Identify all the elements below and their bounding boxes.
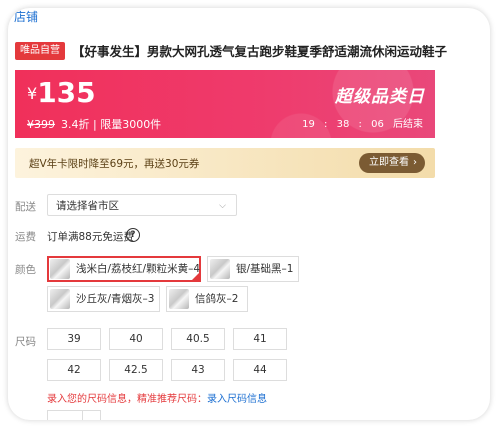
color-label: 颜色 [15, 264, 36, 276]
vip-view-button[interactable]: 立即查看 › [359, 153, 425, 173]
currency-symbol: ¥ [27, 84, 38, 103]
color-option-label: 信鸽灰–2 [195, 293, 239, 305]
size-option[interactable]: 44 [233, 359, 287, 381]
vip-view-label: 立即查看 [369, 157, 409, 168]
color-option-label: 沙丘灰/青烟灰–3 [76, 293, 155, 305]
countdown-hours: 19 [302, 119, 315, 130]
stepper-divider [82, 411, 83, 420]
region-select-value: 请选择省市区 [56, 200, 119, 212]
countdown-sep-2: : [358, 119, 362, 130]
quantity-stepper[interactable] [47, 410, 101, 420]
brand-mark[interactable]: 店铺 [14, 8, 38, 25]
price-value: 135 [37, 76, 96, 109]
vip-promo-text: 超V年卡限时降至69元，再送30元券 [29, 158, 200, 170]
size-option[interactable]: 41 [233, 328, 287, 350]
size-tip-text: 录入您的尺码信息，精准推荐尺码： [47, 394, 207, 405]
size-option[interactable]: 42.5 [109, 359, 163, 381]
shoe-thumbnail [169, 289, 189, 309]
color-option-label: 浅米白/荔枝红/颗粒米黄–4 [76, 263, 201, 275]
original-price: ¥399 [27, 118, 55, 131]
shipping-text: 订单满88元免运费 [47, 231, 134, 243]
size-tip: 录入您的尺码信息，精准推荐尺码：录入尺码信息 [47, 390, 267, 405]
color-option-1[interactable]: 浅米白/荔枝红/颗粒米黄–4 [47, 256, 201, 282]
help-icon[interactable]: ? [126, 228, 140, 242]
countdown-sep-1: : [324, 119, 328, 130]
size-option[interactable]: 40 [109, 328, 163, 350]
price-banner: ¥135 ¥399 3.4折 | 限量3000件 超级品类日 19 : 38 : … [15, 70, 435, 138]
countdown: 19 : 38 : 06 后结束 [296, 115, 423, 130]
current-price: ¥135 [27, 76, 96, 109]
size-info-link[interactable]: 录入尺码信息 [207, 394, 267, 405]
color-option-3[interactable]: 沙丘灰/青烟灰–3 [47, 286, 160, 312]
color-option-4[interactable]: 信鸽灰–2 [166, 286, 248, 312]
chevron-down-icon: ⌵ [219, 201, 226, 211]
color-option-2[interactable]: 银/基础黑–1 [207, 256, 299, 282]
chevron-right-icon: › [413, 157, 417, 168]
size-option[interactable]: 39 [47, 328, 101, 350]
size-label: 尺码 [15, 336, 36, 348]
countdown-suffix: 后结束 [393, 119, 423, 130]
shipping-label: 运费 [15, 231, 36, 243]
shoe-thumbnail [50, 289, 70, 309]
countdown-seconds: 06 [371, 119, 384, 130]
shoe-thumbnail [50, 259, 70, 279]
product-title: 【好事发生】男款大网孔透气复古跑步鞋夏季舒适潮流休闲运动鞋子 [72, 44, 448, 59]
delivery-label: 配送 [15, 201, 36, 213]
countdown-minutes: 38 [336, 119, 350, 130]
vip-promo-bar: 超V年卡限时降至69元，再送30元券 立即查看 › [15, 148, 435, 178]
size-option[interactable]: 40.5 [171, 328, 225, 350]
region-select[interactable]: 请选择省市区 ⌵ [47, 194, 237, 216]
discount-limit: 3.4折 | 限量3000件 [61, 118, 162, 131]
price-meta: ¥399 3.4折 | 限量3000件 [27, 116, 161, 132]
size-option[interactable]: 42 [47, 359, 101, 381]
event-name: 超级品类日 [335, 87, 425, 107]
product-card: 店铺 唯品自营 【好事发生】男款大网孔透气复古跑步鞋夏季舒适潮流休闲运动鞋子 ¥… [8, 8, 490, 420]
color-option-label: 银/基础黑–1 [236, 263, 294, 275]
size-option[interactable]: 43 [171, 359, 225, 381]
self-operated-badge: 唯品自营 [15, 42, 65, 60]
selected-check-icon [191, 272, 200, 281]
shoe-thumbnail [210, 259, 230, 279]
